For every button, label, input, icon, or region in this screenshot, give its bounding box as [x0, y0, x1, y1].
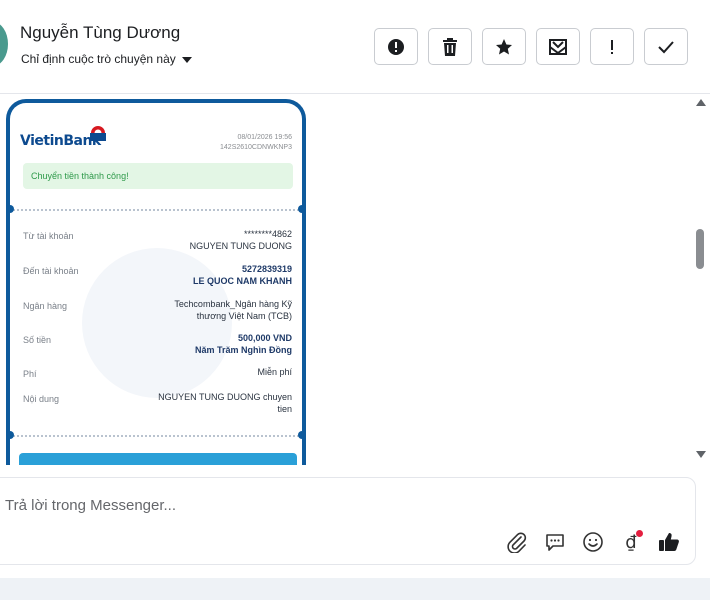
perforation-divider [10, 209, 302, 211]
ticket-notch [298, 431, 302, 439]
checkmark-icon [658, 40, 674, 53]
vietinbank-logo: VietinBank [20, 133, 101, 149]
scrollbar-thumb[interactable] [696, 229, 704, 269]
ticket-notch [10, 431, 14, 439]
row-label-fee: Phí [23, 369, 37, 379]
message-thread: VietinBank 08/01/2026 19:56 142S2610CDNW… [0, 95, 710, 465]
attach-button[interactable] [505, 530, 529, 554]
receipt-image[interactable]: VietinBank 08/01/2026 19:56 142S2610CDNW… [6, 99, 306, 465]
assign-label: Chỉ định cuộc trò chuyện này [21, 52, 176, 66]
mark-unread-button[interactable] [536, 28, 580, 65]
row-label-bank: Ngân hàng [23, 301, 68, 311]
to-account-number: 5272839319 [241, 264, 292, 274]
scroll-down-arrow-icon[interactable] [696, 451, 706, 458]
success-banner: Chuyển tiền thành công! [23, 163, 293, 189]
from-account-name: NGUYEN TUNG DUONG [189, 241, 292, 251]
action-toolbar [374, 28, 688, 65]
transaction-date: 08/01/2026 19:56 [237, 134, 293, 141]
avatar[interactable] [0, 22, 8, 66]
perforation-divider [10, 435, 302, 437]
assign-conversation-dropdown[interactable]: Chỉ định cuộc trò chuyện này [21, 52, 192, 66]
ticket-notch [10, 205, 14, 213]
reply-input[interactable] [5, 495, 605, 515]
content-line1: NGUYEN TUNG DUONG chuyen [158, 392, 292, 402]
star-icon [496, 38, 512, 54]
row-value-from-account: ********4862 NGUYEN TUNG DUONG [132, 228, 292, 252]
speech-bubble-icon [546, 534, 564, 551]
reply-box: ₫ [0, 477, 696, 565]
star-button[interactable] [482, 28, 526, 65]
row-label-content: Nội dung [23, 394, 60, 404]
bank-name-line2: thương Việt Nam (TCB) [196, 311, 292, 321]
caret-down-icon [181, 56, 192, 63]
amount-in-words: Năm Trăm Nghìn Đồng [194, 345, 292, 355]
promo-banner [19, 453, 297, 465]
contact-name[interactable]: Nguyễn Tùng Dương [20, 23, 180, 43]
follow-up-button[interactable] [590, 28, 634, 65]
report-spam-button[interactable] [374, 28, 418, 65]
transaction-timestamp: 08/01/2026 19:56 142S2610CDNWKNP3 [220, 133, 292, 153]
trash-icon [443, 37, 457, 56]
row-value-to-account: 5272839319 LE QUOC NAM KHANH [132, 263, 292, 287]
reply-toolbar: ₫ [505, 530, 681, 554]
bank-name-line1: Techcombank_Ngân hàng Kỹ [174, 299, 292, 309]
amount-value: 500,000 VND [237, 333, 292, 343]
row-label-to-account: Đến tài khoản [23, 266, 79, 276]
row-value-fee: Miễn phí [257, 367, 292, 377]
mark-done-button[interactable] [644, 28, 688, 65]
dong-currency-icon: ₫ [625, 531, 637, 553]
thumbs-up-icon [659, 533, 679, 551]
ticket-notch [298, 205, 302, 213]
smiley-icon [583, 532, 603, 552]
to-account-name: LE QUOC NAM KHANH [193, 276, 292, 286]
envelope-icon [549, 38, 567, 55]
notification-dot [636, 530, 643, 537]
thread-scrollbar[interactable] [692, 95, 710, 465]
content-line2: tien [277, 404, 292, 414]
conversation-header: Nguyễn Tùng Dương Chỉ định cuộc trò chuy… [0, 0, 710, 94]
delete-button[interactable] [428, 28, 472, 65]
row-label-amount: Số tiền [23, 335, 52, 345]
from-account-number: ********4862 [243, 229, 292, 239]
scroll-up-arrow-icon[interactable] [696, 99, 706, 106]
exclamation-circle-icon [388, 38, 404, 55]
transaction-ref: 142S2610CDNWKNP3 [220, 144, 292, 151]
like-button[interactable] [657, 530, 681, 554]
emoji-button[interactable] [581, 530, 605, 554]
saved-replies-button[interactable] [543, 530, 567, 554]
row-label-from-account: Từ tài khoản [23, 231, 74, 241]
exclamation-icon [611, 39, 613, 54]
bank-logo-icon [90, 126, 106, 141]
row-value-content: NGUYEN TUNG DUONG chuyen tien [132, 391, 292, 415]
payment-button[interactable]: ₫ [619, 530, 643, 554]
row-value-bank: Techcombank_Ngân hàng Kỹ thương Việt Nam… [132, 298, 292, 322]
paperclip-icon [507, 532, 527, 553]
conversation-panel: Nguyễn Tùng Dương Chỉ định cuộc trò chuy… [0, 0, 710, 578]
row-value-amount: 500,000 VND Năm Trăm Nghìn Đồng [132, 332, 292, 356]
